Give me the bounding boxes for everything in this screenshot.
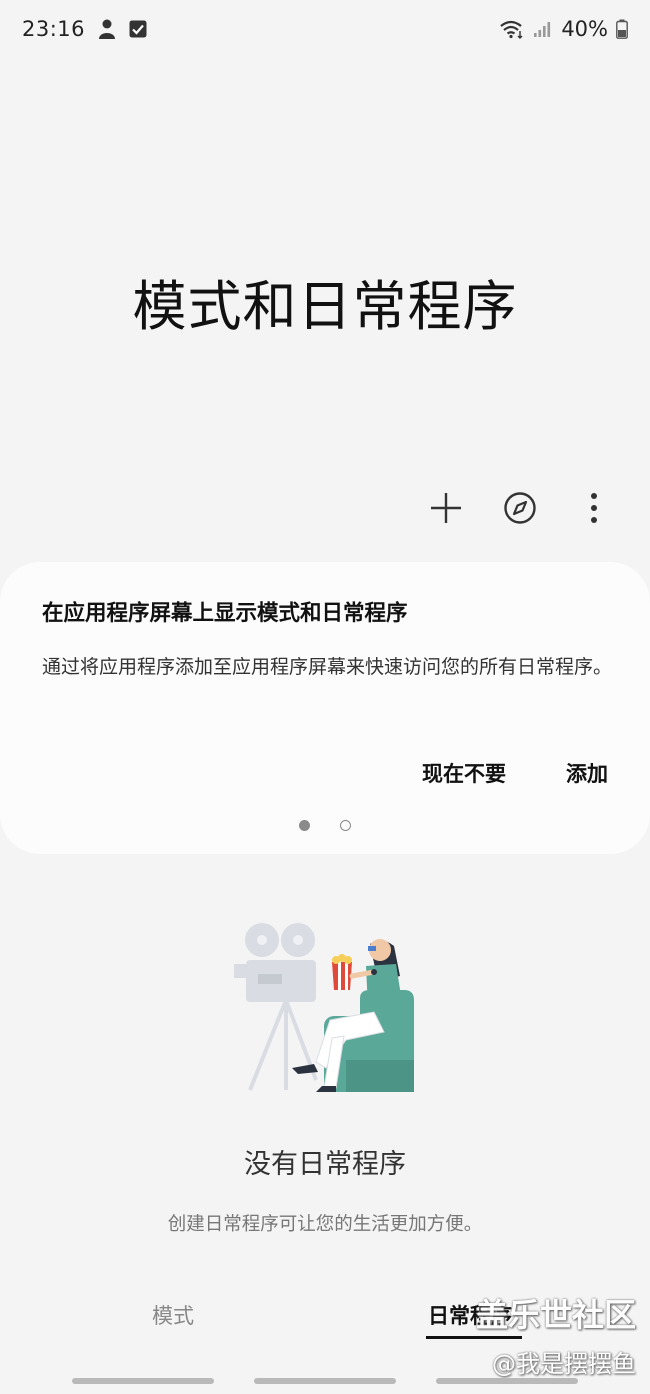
toolbar — [424, 486, 616, 530]
card-pager — [0, 820, 650, 831]
empty-state-title: 没有日常程序 — [244, 1149, 406, 1180]
status-right: 40% — [499, 17, 628, 41]
pager-dot-1[interactable] — [299, 820, 310, 831]
nav-handle-left[interactable] — [72, 1378, 214, 1384]
compass-icon — [503, 491, 537, 525]
suggestion-card: 在应用程序屏幕上显示模式和日常程序 通过将应用程序添加至应用程序屏幕来快速访问您… — [0, 562, 650, 854]
watermark-author: @我是摆摆鱼 — [492, 1350, 636, 1378]
add-button[interactable] — [424, 486, 468, 530]
add-to-apps-button[interactable]: 添加 — [566, 758, 608, 788]
movie-projector-illustration — [228, 920, 424, 1096]
empty-state-subtitle: 创建日常程序可让您的生活更加方便。 — [167, 1214, 483, 1235]
battery-icon — [616, 19, 628, 39]
card-description: 通过将应用程序添加至应用程序屏幕来快速访问您的所有日常程序。 — [42, 656, 613, 678]
profile-icon — [97, 18, 117, 40]
navigation-bar — [0, 1378, 650, 1386]
page-title: 模式和日常程序 — [132, 275, 518, 338]
card-title: 在应用程序屏幕上显示模式和日常程序 — [42, 601, 408, 626]
nav-handle-center[interactable] — [254, 1378, 396, 1384]
battery-percentage: 40% — [561, 17, 608, 41]
signal-icon — [533, 20, 553, 38]
not-now-button[interactable]: 现在不要 — [422, 758, 506, 788]
tab-modes[interactable]: 模式 — [152, 1300, 194, 1330]
more-options-icon — [589, 492, 599, 524]
status-time: 23:16 — [22, 17, 86, 41]
status-bar: 23:16 40% — [0, 0, 650, 58]
more-options-button[interactable] — [572, 486, 616, 530]
nav-handle-right[interactable] — [436, 1378, 578, 1384]
add-icon — [429, 491, 463, 525]
discover-button[interactable] — [498, 486, 542, 530]
active-tab-indicator — [426, 1336, 522, 1339]
checkbox-notification-icon — [129, 20, 147, 38]
watermark-community: 盖乐世社区 — [475, 1296, 636, 1334]
card-actions: 现在不要 添加 — [422, 758, 608, 788]
pager-dot-2[interactable] — [340, 820, 351, 831]
wifi-icon — [499, 19, 525, 39]
status-left: 23:16 — [22, 17, 147, 41]
